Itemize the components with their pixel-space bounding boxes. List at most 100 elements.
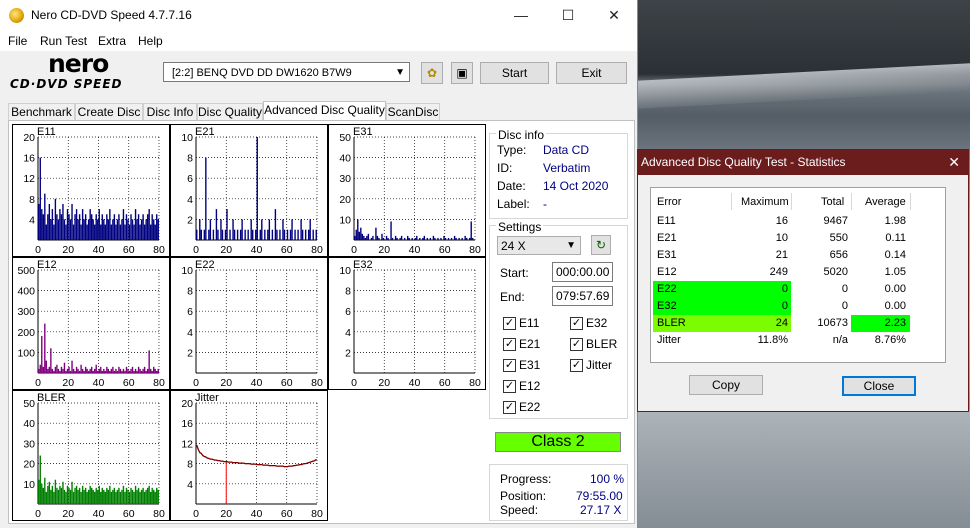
jitter-point <box>199 451 201 454</box>
jitter-point <box>306 462 308 464</box>
progress-value: 100 % <box>590 472 625 486</box>
x-tick-label: 80 <box>153 244 165 256</box>
menu-extra[interactable]: Extra <box>98 34 126 48</box>
checkbox-jitter-label: Jitter <box>586 358 613 372</box>
disc-class-badge: Class 2 <box>495 432 621 452</box>
jitter-point <box>253 463 255 465</box>
close-icon[interactable]: ✕ <box>591 0 637 31</box>
jitter-point <box>271 465 273 467</box>
settings-group: Settings 24 X ▼ ↻ Start: 000:00.00 End: … <box>489 220 628 419</box>
jitter-point <box>238 462 240 464</box>
y-tick-label: 4 <box>29 214 35 226</box>
jitter-point <box>235 461 237 464</box>
table-cell-name: E12 <box>657 266 677 278</box>
chart-e32-svg: E32 2 4 6 8 10 0 20 40 60 80 <box>339 259 481 389</box>
x-tick-label: 20 <box>220 377 232 389</box>
y-tick-label: 500 <box>17 265 35 277</box>
disc-eject-button[interactable]: ✿ <box>421 62 443 84</box>
x-tick-label: 40 <box>93 377 105 389</box>
jitter-point <box>312 460 314 462</box>
y-tick-label: 30 <box>339 173 351 185</box>
x-tick-label: 60 <box>281 244 293 256</box>
jitter-point <box>311 460 313 463</box>
table-cell-max: 24 <box>775 317 788 329</box>
logo-nero-text: nero <box>48 49 109 78</box>
chart-e12: E12 100 200 300 400 500 0 20 40 60 80 <box>12 257 170 390</box>
main-window: Nero CD-DVD Speed 4.7.7.16 — ☐ ✕ File Ru… <box>0 0 638 528</box>
start-button[interactable]: Start <box>480 62 549 84</box>
menu-run-test[interactable]: Run Test <box>40 34 87 48</box>
table-cell-max: 0 <box>781 283 788 295</box>
table-cell-max: 11.8% <box>757 334 788 346</box>
maximize-icon[interactable]: ☐ <box>545 0 591 31</box>
y-tick-label: 8 <box>187 286 193 298</box>
checkbox-e21[interactable]: ✓ <box>503 338 516 351</box>
x-tick-label: 60 <box>281 377 293 389</box>
tab-disc-quality[interactable]: Disc Quality <box>197 103 263 121</box>
logo-cddvd-text: CD·DVD SPEED <box>10 77 123 91</box>
jitter-point <box>302 463 304 465</box>
y-tick-label: 2 <box>345 347 351 359</box>
tab-advanced-disc-quality[interactable]: Advanced Disc Quality <box>263 101 386 122</box>
refresh-button[interactable]: ↻ <box>591 235 611 255</box>
x-tick-label: 20 <box>62 244 74 256</box>
menu-help[interactable]: Help <box>138 34 163 48</box>
jitter-point <box>274 465 277 467</box>
close-button[interactable]: Close <box>842 376 916 396</box>
col-header-maximum: Maximum <box>741 196 789 208</box>
checkbox-e11[interactable]: ✓ <box>503 317 516 330</box>
menu-file[interactable]: File <box>8 34 27 48</box>
checkbox-e12[interactable]: ✓ <box>503 380 516 393</box>
y-tick-label: 8 <box>345 286 351 298</box>
x-tick-label: 40 <box>251 508 263 520</box>
x-tick-label: 60 <box>281 508 293 520</box>
tab-disc-info[interactable]: Disc Info <box>143 103 197 121</box>
checkbox-jitter[interactable]: ✓ <box>570 359 583 372</box>
disc-date-value: 14 Oct 2020 <box>543 179 609 193</box>
x-tick-label: 20 <box>378 377 390 389</box>
y-tick-label: 200 <box>17 327 35 339</box>
jitter-point <box>292 465 295 467</box>
jitter-point <box>236 461 239 464</box>
checkbox-e32-label: E32 <box>586 316 608 330</box>
tab-scandisc[interactable]: ScanDisc <box>386 103 440 121</box>
minimize-icon[interactable]: — <box>498 0 544 31</box>
drive-select[interactable]: [2:2] BENQ DVD DD DW1620 B7W9 ▼ <box>163 62 410 82</box>
x-tick-label: 0 <box>35 244 41 256</box>
end-field[interactable]: 079:57.69 <box>552 286 613 306</box>
disc-label-value: - <box>543 197 547 211</box>
start-field[interactable]: 000:00.00 <box>552 262 613 282</box>
exit-button[interactable]: Exit <box>556 62 627 84</box>
chevron-down-icon: ▼ <box>395 67 405 78</box>
dialog-close-icon[interactable]: ✕ <box>948 150 960 175</box>
table-cell-max: 16 <box>775 215 788 227</box>
jitter-point <box>208 457 210 460</box>
jitter-point <box>223 460 225 463</box>
save-button[interactable]: ▣ <box>451 62 473 84</box>
jitter-point <box>226 460 228 463</box>
speed-select[interactable]: 24 X ▼ <box>497 236 581 255</box>
jitter-point <box>259 464 261 466</box>
copy-button[interactable]: Copy <box>689 375 763 395</box>
checkbox-e32[interactable]: ✓ <box>570 317 583 330</box>
chart-e12-svg: E12 100 200 300 400 500 0 20 40 60 80 <box>17 259 165 389</box>
tab-benchmark[interactable]: Benchmark <box>8 103 75 121</box>
jitter-point <box>273 465 275 467</box>
table-cell-total: 0 <box>841 283 848 295</box>
checkbox-e31[interactable]: ✓ <box>503 359 516 372</box>
checkbox-e22[interactable]: ✓ <box>503 401 516 414</box>
statistics-table: Error Maximum Total Average E11 16 9467 1.9… <box>650 187 946 363</box>
jitter-point <box>258 464 260 466</box>
y-tick-label: 4 <box>187 194 193 206</box>
chevron-down-icon: ▼ <box>566 240 576 251</box>
progress-group: Progress: 100 % Position: 79:55.00 Speed… <box>489 464 628 521</box>
table-cell-total: n/a <box>832 334 848 346</box>
jitter-point <box>268 465 270 467</box>
jitter-point <box>249 463 251 465</box>
table-cell-total: 656 <box>829 249 848 261</box>
advanced-disc-quality-panel: E11 4 8 12 16 20 0 20 40 60 80 E21 2 4 6 8 10 0 20 40 60 80 … <box>8 120 635 524</box>
drive-select-value: [2:2] BENQ DVD DD DW1620 B7W9 <box>172 67 352 79</box>
tab-create-disc[interactable]: Create Disc <box>75 103 143 121</box>
jitter-point <box>215 459 218 461</box>
checkbox-bler[interactable]: ✓ <box>570 338 583 351</box>
